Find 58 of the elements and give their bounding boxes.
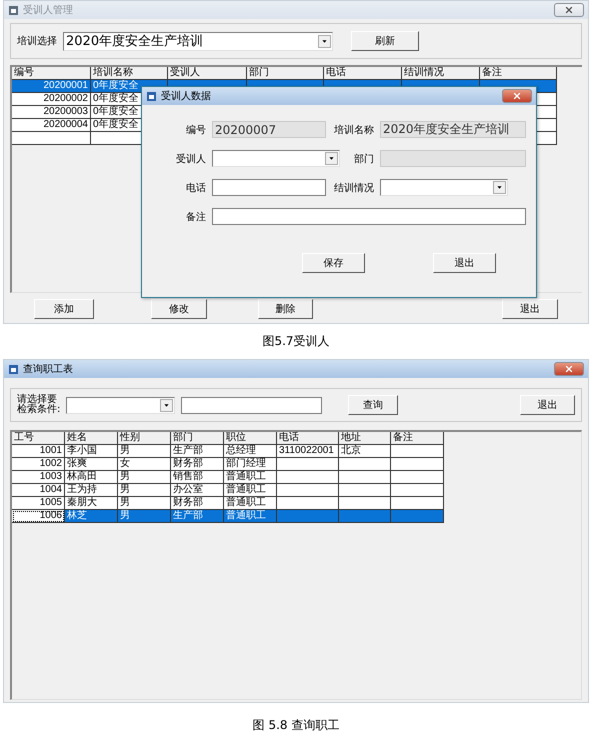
figure-caption: 图 5.8 查询职工 xyxy=(252,717,340,734)
column-header: 工号 xyxy=(12,432,65,445)
table-cell: 20200004 xyxy=(12,119,91,132)
table-cell: 李小国 xyxy=(65,445,118,458)
field-label: 请选择要 xyxy=(17,395,58,405)
exit-button[interactable]: 退出 xyxy=(520,395,576,415)
field-label: 培训选择 xyxy=(17,34,57,48)
table-cell: 1003 xyxy=(12,471,65,484)
readonly-field: 2020年度安全生产培训 xyxy=(380,121,526,138)
table-cell: 男 xyxy=(118,445,171,458)
exit-button[interactable]: 退出 xyxy=(433,253,496,273)
exit-button[interactable]: 退出 xyxy=(502,299,558,319)
window-title: 受训人管理 xyxy=(23,4,74,17)
table-cell: 20200001 xyxy=(12,80,91,93)
search-button[interactable]: 查询 xyxy=(348,395,398,415)
column-header: 性别 xyxy=(118,432,171,445)
add-button[interactable]: 添加 xyxy=(34,299,94,319)
readonly-field: 20200007 xyxy=(212,121,326,138)
table-cell: 1002 xyxy=(12,458,65,471)
column-header: 受训人 xyxy=(168,67,247,80)
field-label: 受训人 xyxy=(176,152,206,166)
table-cell: 1001 xyxy=(12,445,65,458)
refresh-button[interactable]: 刷新 xyxy=(351,31,419,51)
table-cell: 男 xyxy=(118,510,171,523)
field-label: 结训情况 xyxy=(334,182,374,194)
field-label: 编号 xyxy=(186,124,206,136)
edit-button[interactable]: 修改 xyxy=(151,299,207,319)
field-label: 备注 xyxy=(186,210,206,224)
table-cell: 男 xyxy=(118,484,171,497)
field-label: 培训名称 xyxy=(334,124,374,136)
field-label: 部门 xyxy=(354,152,374,166)
table-cell: 总经理 xyxy=(224,445,277,458)
column-header: 职位 xyxy=(224,432,277,445)
figure-caption: 图5.7受训人 xyxy=(262,333,330,350)
column-header: 电话 xyxy=(277,432,339,445)
column-header: 电话 xyxy=(324,67,402,80)
table-cell: 女 xyxy=(118,458,171,471)
delete-button[interactable]: 删除 xyxy=(258,299,314,319)
table-cell: 秦朋大 xyxy=(65,497,118,510)
dropdown-field[interactable]: 2020年度安全生产培训 xyxy=(63,32,333,50)
table-cell: 男 xyxy=(118,471,171,484)
table-cell: 20200003 xyxy=(12,106,91,119)
save-button[interactable]: 保存 xyxy=(302,253,365,273)
column-header: 姓名 xyxy=(65,432,118,445)
column-header: 结训情况 xyxy=(402,67,480,80)
field-label: 检索条件: xyxy=(17,405,60,415)
table-cell: 男 xyxy=(118,497,171,510)
table-cell: 20200002 xyxy=(12,93,91,106)
column-header: 地址 xyxy=(339,432,391,445)
table-cell: 张爽 xyxy=(65,458,118,471)
table-cell: 林芝 xyxy=(65,510,118,523)
column-header: 编号 xyxy=(12,67,91,80)
window-title: 查询职工表 xyxy=(23,362,74,376)
table-cell: 3110022001 xyxy=(277,445,339,458)
table-cell: 1004 xyxy=(12,484,65,497)
table-cell: 1005 xyxy=(12,497,65,510)
table-cell: 王为持 xyxy=(65,484,118,497)
field-label: 电话 xyxy=(186,182,206,194)
